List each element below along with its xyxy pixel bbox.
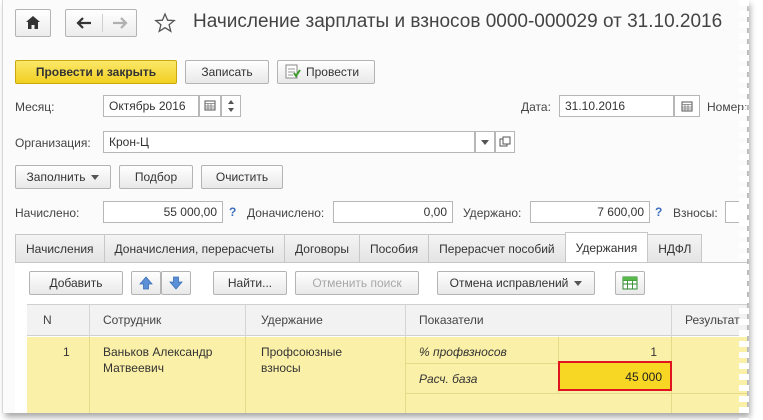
tab-additional-accruals[interactable]: Доначисления, перерасчеты	[103, 234, 286, 262]
column-divider	[405, 337, 406, 413]
fill-button[interactable]: Заполнить	[15, 165, 111, 189]
calc-base-value-cell[interactable]: 45 000	[558, 361, 672, 391]
torn-edge	[739, 0, 749, 420]
indicator-union-percent-value[interactable]: 1	[587, 344, 657, 360]
tab-benefit-recalculation[interactable]: Перерасчет пособий	[428, 234, 566, 262]
move-down-button[interactable]	[161, 271, 191, 295]
employee-name-line1: Ваньков Александр	[103, 345, 213, 359]
extra-accrued-field: 0,00	[333, 201, 453, 223]
undo-fixes-label: Отмена исправлений	[449, 276, 569, 290]
tab-deductions[interactable]: Удержания	[564, 232, 649, 262]
column-header-result[interactable]: Результат	[685, 313, 740, 327]
column-divider	[89, 337, 90, 413]
month-field[interactable]: Октябрь 2016	[103, 95, 199, 117]
dropdown-arrow-icon	[574, 280, 583, 286]
page-title: Начисление зарплаты и взносов 0000-00002…	[193, 11, 723, 32]
table-settings-button[interactable]	[615, 271, 645, 295]
table-green-icon	[622, 276, 638, 290]
indicator-calc-base-name: Расч. база	[419, 372, 478, 386]
deduction-name-line2: взносы	[261, 361, 301, 375]
post-and-close-button[interactable]: Провести и закрыть	[15, 60, 177, 84]
table-header: N Сотрудник Удержание Показатели Результ…	[27, 304, 747, 337]
accrued-field: 55 000,00	[103, 201, 223, 223]
column-divider	[245, 337, 246, 413]
post-button-label: Провести	[306, 65, 360, 79]
calendar-icon	[681, 101, 693, 112]
back-button[interactable]	[66, 10, 102, 36]
month-label: Месяц:	[15, 100, 55, 114]
accrued-label: Начислено:	[15, 206, 80, 220]
withheld-field: 7 600,00	[530, 201, 650, 223]
indicator-calc-base-value: 45 000	[625, 370, 662, 384]
accrued-help-link[interactable]: ?	[229, 205, 236, 219]
column-header-n[interactable]: N	[43, 313, 52, 327]
month-spinner[interactable]	[221, 95, 241, 117]
column-divider	[89, 305, 90, 337]
history-nav	[65, 9, 137, 37]
post-button[interactable]: Провести	[277, 60, 375, 84]
favorite-star-icon[interactable]	[154, 12, 176, 37]
add-row-button[interactable]: Добавить	[29, 271, 123, 295]
row-number: 1	[63, 345, 70, 359]
contributions-label: Взносы:	[673, 206, 718, 220]
organization-open-button[interactable]	[495, 131, 515, 153]
organization-dropdown-button[interactable]	[475, 131, 495, 153]
date-label: Дата:	[521, 100, 551, 114]
calendar-button[interactable]	[199, 95, 221, 117]
column-header-deduction[interactable]: Удержание	[261, 313, 323, 327]
indicator-divider	[405, 393, 747, 394]
tab-contracts[interactable]: Договоры	[284, 234, 360, 262]
deduction-name-line1: Профсоюзные	[261, 345, 343, 359]
dropdown-arrow-icon	[481, 139, 489, 145]
date-field[interactable]: 31.10.2016	[559, 95, 674, 117]
arrow-left-icon	[76, 17, 91, 29]
tab-bar: Начисления Доначисления, перерасчеты Дог…	[15, 232, 703, 262]
home-icon	[26, 16, 40, 29]
find-button[interactable]: Найти...	[213, 271, 287, 295]
home-button[interactable]	[15, 9, 51, 37]
arrow-right-icon	[113, 17, 128, 29]
arrow-down-icon	[169, 276, 183, 290]
date-picker-button[interactable]	[674, 95, 700, 117]
column-header-employee[interactable]: Сотрудник	[103, 313, 161, 327]
extra-accrued-label: Доначислено:	[247, 206, 325, 220]
indicator-union-percent-name: % профвзносов	[419, 345, 507, 359]
withheld-help-link[interactable]: ?	[655, 205, 662, 219]
cancel-search-button[interactable]: Отменить поиск	[295, 271, 419, 295]
column-divider	[671, 305, 672, 337]
tab-benefits[interactable]: Пособия	[358, 234, 430, 262]
dropdown-arrow-icon	[91, 174, 100, 180]
spinner-arrows-icon	[228, 100, 234, 112]
withheld-label: Удержано:	[463, 206, 522, 220]
document-window: Начисление зарплаты и взносов 0000-00002…	[2, 0, 747, 413]
move-up-button[interactable]	[131, 271, 161, 295]
forward-button[interactable]	[103, 10, 137, 36]
fill-button-label: Заполнить	[26, 170, 86, 184]
tab-personal-income-tax[interactable]: НДФЛ	[647, 234, 703, 262]
calendar-icon	[204, 100, 216, 111]
post-document-icon	[285, 64, 301, 79]
arrow-up-icon	[139, 276, 153, 290]
open-link-icon	[499, 136, 511, 147]
save-button[interactable]: Записать	[185, 60, 269, 84]
employee-name-line2: Матвеевич	[103, 361, 164, 375]
select-button[interactable]: Подбор	[119, 165, 193, 189]
tab-accruals[interactable]: Начисления	[15, 234, 105, 262]
organization-field[interactable]: Крон-Ц	[103, 131, 475, 153]
column-divider	[405, 305, 406, 337]
organization-label: Организация:	[15, 136, 91, 150]
undo-fixes-button[interactable]: Отмена исправлений	[437, 271, 595, 295]
column-divider	[245, 305, 246, 337]
clear-button[interactable]: Очистить	[201, 165, 283, 189]
column-header-indicators[interactable]: Показатели	[419, 313, 484, 327]
